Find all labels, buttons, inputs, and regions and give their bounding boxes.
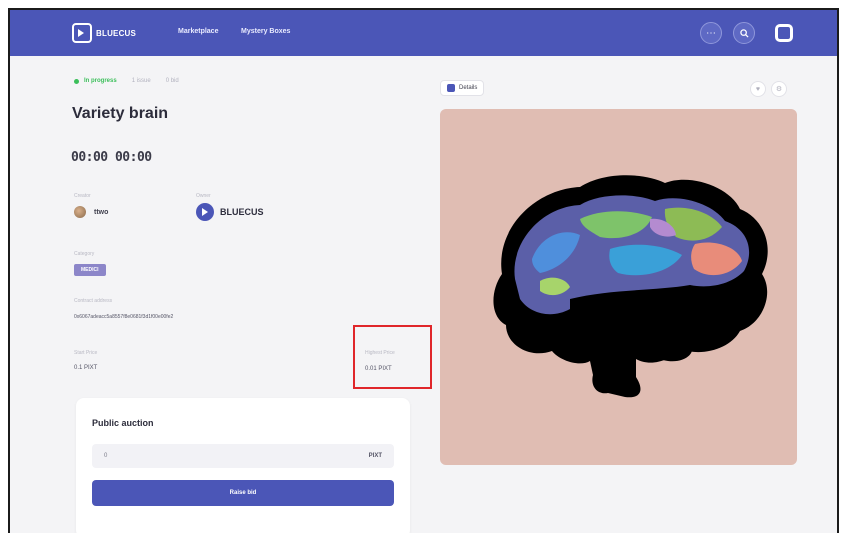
details-button[interactable]: Details [440,80,485,96]
auction-timer: 00:00 00:00 [71,150,152,165]
nav-mystery-boxes[interactable]: Mystery Boxes [241,28,290,35]
heart-icon[interactable]: ♥ [750,81,766,97]
creator-name: ttwo [94,208,109,216]
logo-icon [72,23,92,43]
raise-bid-button[interactable]: Raise bid [92,480,394,506]
owner-logo-icon [196,203,214,221]
owner-info[interactable]: BLUECUS [196,203,264,221]
share-icon[interactable]: ⚙ [771,81,787,97]
search-icon[interactable] [733,22,755,44]
status-meta-issues: 1 issue [131,78,151,84]
nav-marketplace[interactable]: Marketplace [178,28,218,35]
creator-label: Creator [74,193,91,199]
public-auction-card: Public auction 0 PIXT Raise bid [76,398,410,533]
bid-amount-input[interactable]: 0 PIXT [92,444,394,468]
status-meta-bids: 0 bid [165,78,179,84]
start-price-value: 0.1 PIXT [74,365,98,371]
owner-label: Owner [196,193,211,199]
creator-avatar [74,206,86,218]
top-navigation-bar: BLUECUS Marketplace Mystery Boxes ⋯ [10,10,837,56]
status-text: In progress [84,78,117,84]
more-icon[interactable]: ⋯ [700,22,722,44]
nft-image[interactable] [440,109,797,465]
creator-info[interactable]: ttwo [74,206,108,218]
status-dot-icon [74,78,79,84]
logo-text: BLUECUS [96,28,137,38]
status-indicator: In progress 1 issue 0 bid [74,78,179,84]
contract-address[interactable]: 0x6067adeacc5a8557f8e0681f3d1f00e00fe2 [74,314,173,320]
start-price-label: Start Price [74,350,98,356]
item-title: Variety brain [72,105,169,122]
brand-logo[interactable]: BLUECUS [72,23,136,43]
bid-currency-unit: PIXT [368,453,382,459]
brain-illustration [493,175,768,398]
owner-name: BLUECUS [220,207,264,217]
details-icon [447,84,455,92]
category-badge[interactable]: MEDICI [74,264,106,276]
user-logo-icon[interactable] [775,24,793,42]
contract-label: Contract address [74,298,113,304]
category-label: Category [74,251,95,257]
details-label: Details [459,85,478,91]
bid-amount-value: 0 [104,453,108,459]
highlight-annotation-box [353,325,432,389]
app-frame: BLUECUS Marketplace Mystery Boxes ⋯ In p… [8,8,839,533]
auction-title: Public auction [92,418,154,428]
